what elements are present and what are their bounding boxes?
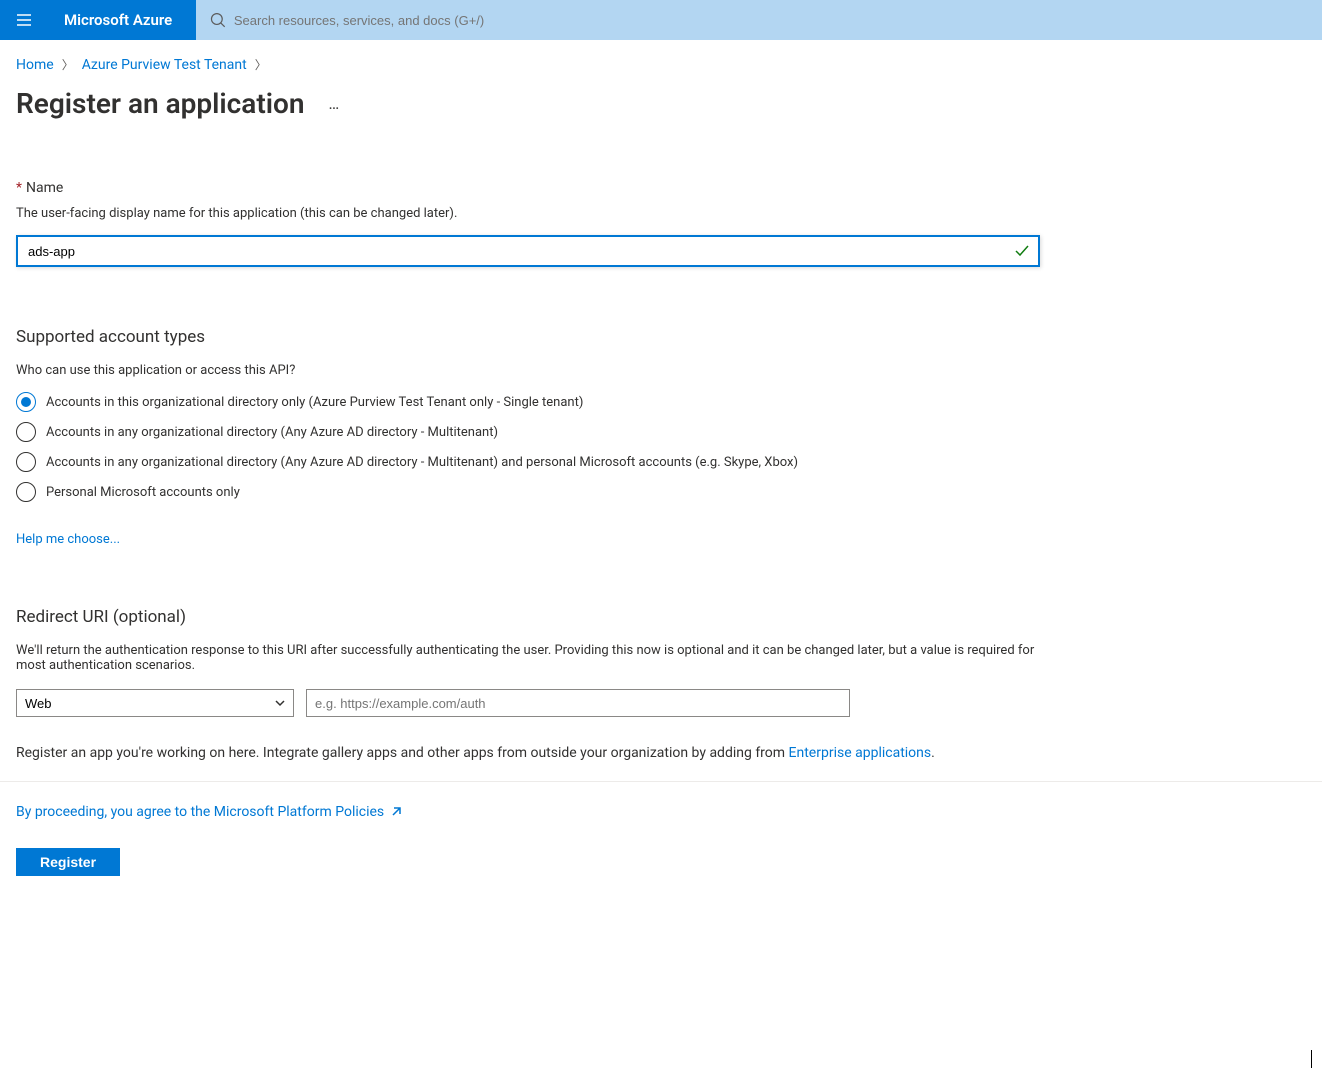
policies-link-text: By proceeding, you agree to the Microsof…: [16, 804, 384, 820]
radio-single-tenant[interactable]: Accounts in this organizational director…: [16, 392, 1306, 412]
search-input[interactable]: [234, 2, 1308, 38]
account-types-title: Supported account types: [16, 327, 1306, 347]
help-me-choose-link[interactable]: Help me choose...: [16, 532, 120, 547]
required-indicator: *: [16, 180, 22, 196]
name-label: * Name: [16, 180, 1306, 196]
content-area: Home 〉 Azure Purview Test Tenant 〉 Regis…: [0, 40, 1322, 896]
hamburger-menu-button[interactable]: [0, 0, 48, 40]
account-types-radio-group: Accounts in this organizational director…: [16, 392, 1306, 502]
radio-label: Accounts in this organizational director…: [46, 395, 583, 410]
hamburger-icon: [15, 11, 33, 29]
chevron-right-icon: 〉: [255, 56, 267, 73]
enterprise-applications-link[interactable]: Enterprise applications: [789, 745, 932, 761]
platform-select-wrapper: [16, 689, 294, 717]
account-types-question: Who can use this application or access t…: [16, 363, 1306, 378]
brand-label[interactable]: Microsoft Azure: [48, 0, 196, 40]
redirect-uri-description: We'll return the authentication response…: [16, 643, 1036, 673]
breadcrumb-tenant[interactable]: Azure Purview Test Tenant: [82, 57, 247, 73]
redirect-uri-title: Redirect URI (optional): [16, 607, 1306, 627]
platform-policies-link[interactable]: By proceeding, you agree to the Microsof…: [16, 804, 402, 820]
divider: [0, 781, 1322, 782]
radio-label: Personal Microsoft accounts only: [46, 485, 240, 500]
platform-select[interactable]: [16, 689, 294, 717]
name-input[interactable]: [16, 235, 1040, 267]
page-header: Register an application …: [16, 87, 1306, 120]
name-description: The user-facing display name for this ap…: [16, 206, 1306, 221]
redirect-uri-row: [16, 689, 1306, 717]
radio-label: Accounts in any organizational directory…: [46, 455, 798, 470]
text-cursor: [1311, 1050, 1312, 1068]
external-link-icon: [390, 806, 402, 818]
more-actions-button[interactable]: …: [329, 94, 342, 113]
radio-button-icon: [16, 392, 36, 412]
redirect-uri-input[interactable]: [306, 689, 850, 717]
search-icon: [210, 12, 226, 28]
radio-personal-only[interactable]: Personal Microsoft accounts only: [16, 482, 1306, 502]
register-button[interactable]: Register: [16, 848, 120, 876]
page-title: Register an application: [16, 87, 305, 120]
chevron-right-icon: 〉: [62, 56, 74, 73]
checkmark-icon: [1014, 243, 1030, 259]
name-label-text: Name: [26, 180, 63, 196]
breadcrumb-home[interactable]: Home: [16, 57, 54, 73]
name-input-wrapper: [16, 235, 1040, 267]
radio-multitenant[interactable]: Accounts in any organizational directory…: [16, 422, 1306, 442]
breadcrumb: Home 〉 Azure Purview Test Tenant 〉: [16, 56, 1306, 73]
search-container: [196, 0, 1322, 40]
radio-multitenant-personal[interactable]: Accounts in any organizational directory…: [16, 452, 1306, 472]
radio-button-icon: [16, 422, 36, 442]
topbar: Microsoft Azure: [0, 0, 1322, 40]
radio-button-icon: [16, 482, 36, 502]
radio-label: Accounts in any organizational directory…: [46, 425, 498, 440]
register-footer-text: Register an app you're working on here. …: [16, 745, 1306, 761]
radio-button-icon: [16, 452, 36, 472]
